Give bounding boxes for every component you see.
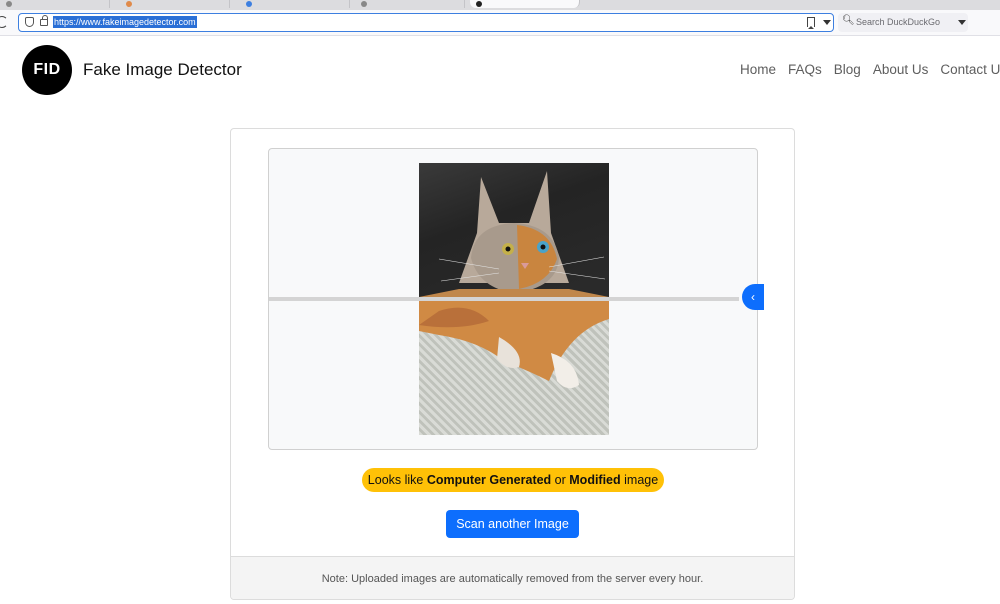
compare-slider-handle[interactable]: ‹ [742,284,764,310]
site-brand-name[interactable]: Fake Image Detector [83,60,242,80]
cat-photo-top [419,171,609,297]
cat-photo-bottom [419,301,609,389]
address-bar[interactable]: https://www.fakeimagedetector.com [18,13,834,32]
nav-faqs[interactable]: FAQs [788,62,822,77]
verdict-prefix: Looks like [367,473,427,487]
browser-tab-strip [0,0,1000,10]
image-analysis-half [419,301,609,435]
verdict-mid: or [551,473,570,487]
card-footer-note: Note: Uploaded images are automatically … [231,556,794,599]
url-text[interactable]: https://www.fakeimagedetector.com [53,16,197,28]
browser-tab[interactable] [120,0,230,8]
image-original-half [419,163,609,297]
verdict-modified: Modified [569,473,621,487]
browser-tab[interactable] [0,0,110,8]
browser-tab[interactable] [355,0,465,8]
browser-toolbar: https://www.fakeimagedetector.com 🔍︎ Sea… [0,10,1000,36]
chevron-left-icon: ‹ [751,290,755,304]
verdict-computer-generated: Computer Generated [426,473,552,487]
shield-icon[interactable] [25,17,34,27]
search-placeholder: Search DuckDuckGo [856,17,941,27]
chevron-down-icon[interactable] [823,20,831,25]
result-card: ‹ Looks like Computer Generated or Modif… [230,128,795,600]
tab-favicon-icon [126,1,132,7]
verdict-suffix: image [620,473,659,487]
chevron-down-icon[interactable] [958,20,966,25]
verdict-badge: Looks like Computer Generated or Modifie… [362,468,664,492]
nav-blog[interactable]: Blog [834,62,861,77]
nav-home[interactable]: Home [740,62,776,77]
browser-tab-active[interactable] [470,0,580,8]
browser-tab[interactable] [240,0,350,8]
tab-favicon-icon [246,1,252,7]
tab-favicon-icon [6,1,12,7]
search-icon: 🔍︎ [842,15,855,26]
search-input[interactable]: 🔍︎ Search DuckDuckGo [838,13,968,32]
scan-another-image-button[interactable]: Scan another Image [446,510,579,538]
nav-contact-us[interactable]: Contact Us [940,62,1000,77]
nav-about-us[interactable]: About Us [873,62,929,77]
main-nav: Home FAQs Blog About Us Contact Us [740,62,1000,77]
tab-favicon-icon [361,1,367,7]
bookmark-icon[interactable] [807,17,815,29]
image-compare-viewer: ‹ [268,148,764,450]
reload-icon[interactable] [0,16,8,28]
tab-favicon-icon [476,1,482,7]
lock-icon[interactable] [40,15,48,26]
site-logo[interactable]: FID [22,45,72,95]
compare-slider-track[interactable] [269,297,739,301]
